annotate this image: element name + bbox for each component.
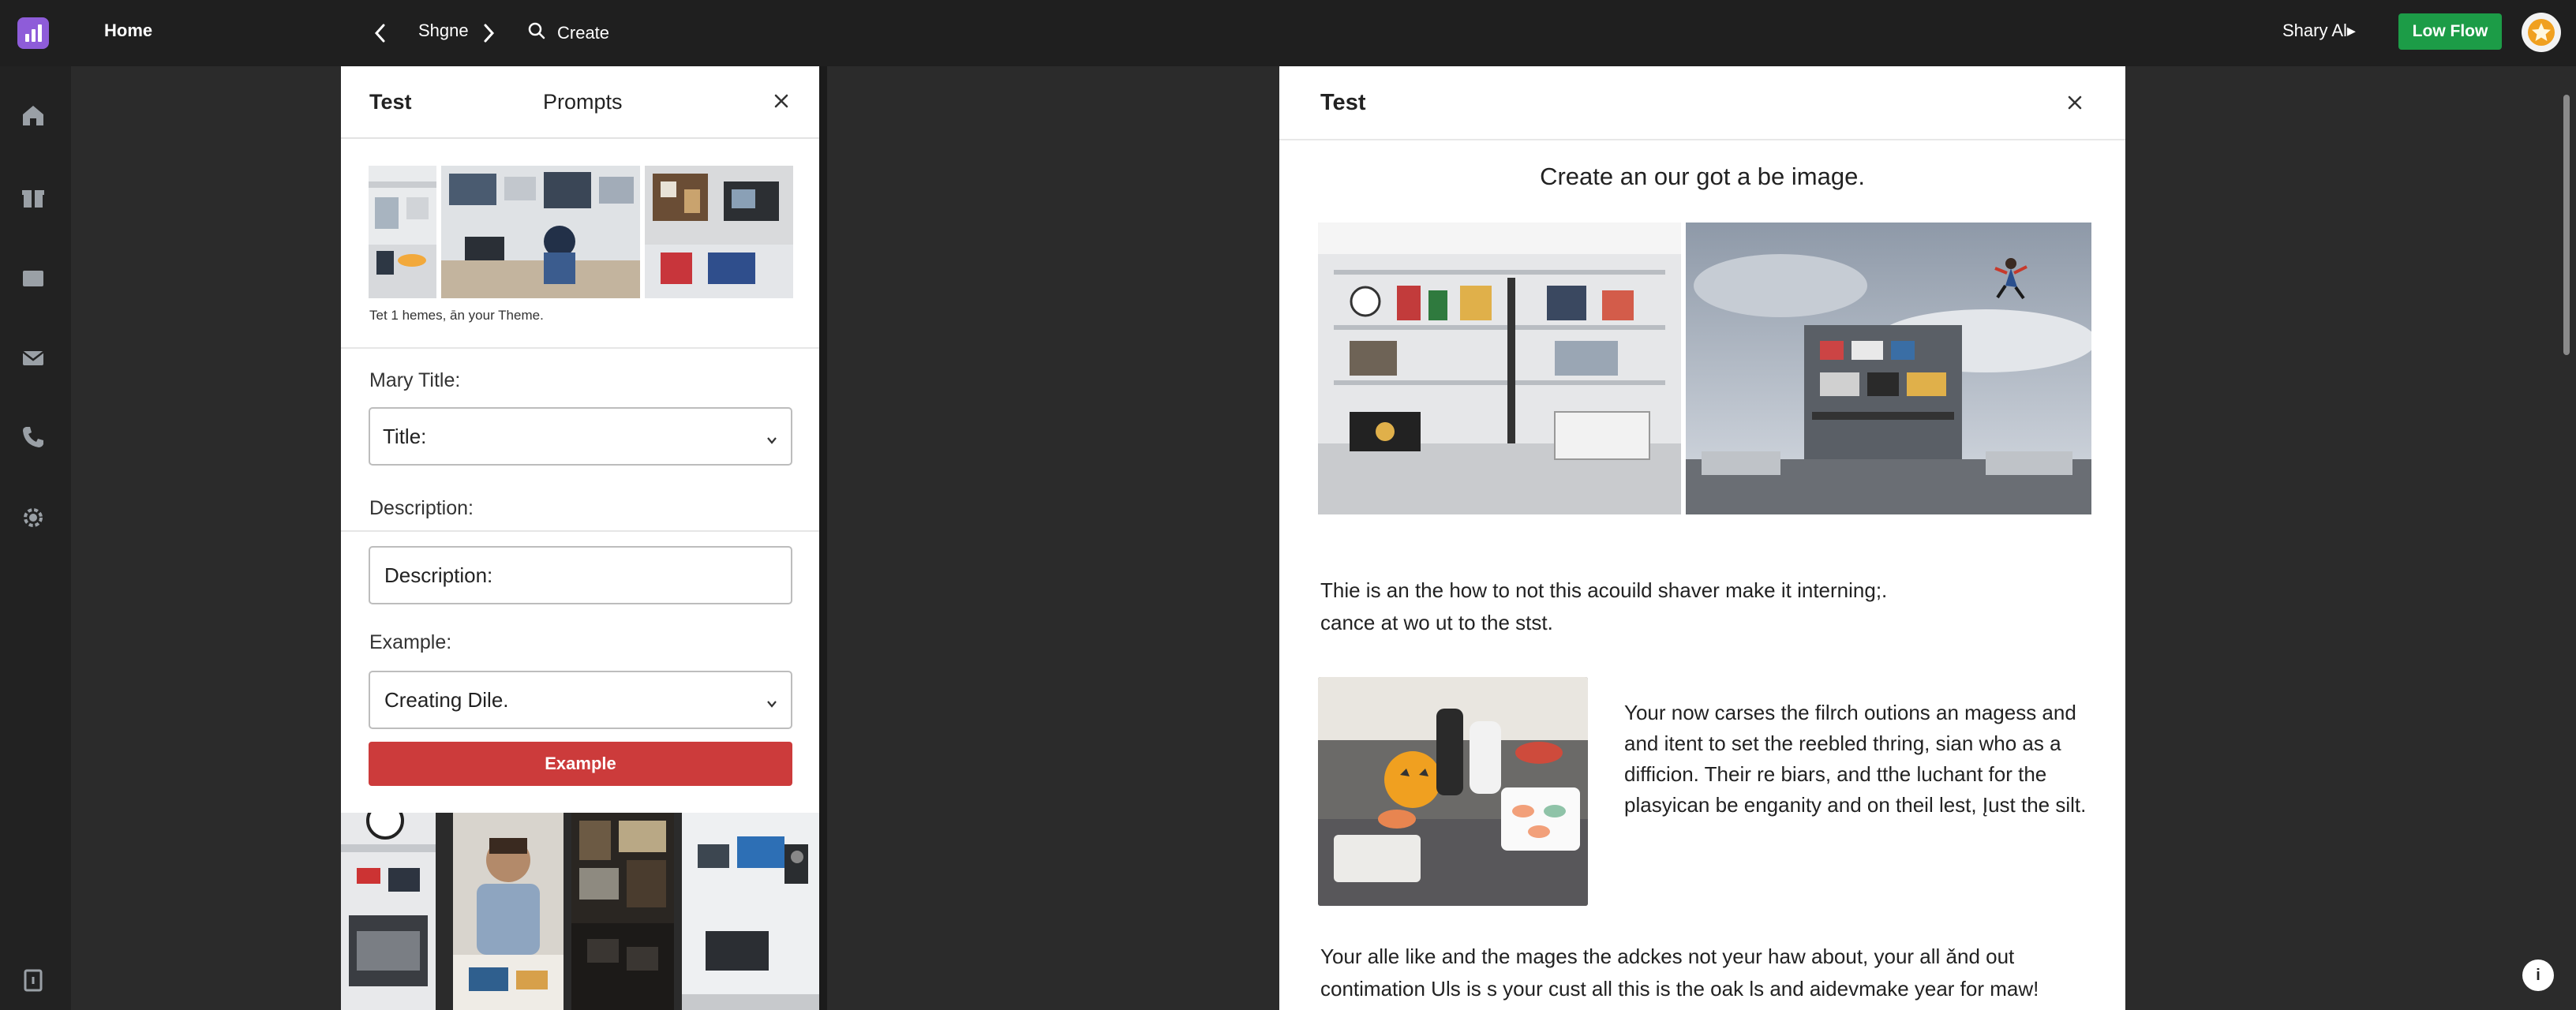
description-label: Description: [369, 497, 474, 519]
create-button[interactable]: Create [527, 17, 609, 49]
paragraph-line: contimation Uls is s your cust all this … [1320, 977, 2039, 1001]
app-logo[interactable] [17, 17, 49, 49]
create-label: Create [557, 23, 610, 43]
paragraph-outro: Your alle like and the mages the adckes … [1320, 941, 2086, 1005]
close-icon[interactable] [767, 87, 796, 115]
divider [341, 347, 819, 349]
paragraph-line: Thie is an the how to not this acouild s… [1320, 578, 1888, 602]
panel-splitter[interactable] [819, 66, 827, 1010]
gallery-thumbnail[interactable] [682, 813, 819, 1010]
mail-icon[interactable] [17, 342, 49, 374]
example-gallery [341, 813, 819, 1010]
chevron-down-icon [764, 429, 780, 445]
home-icon[interactable] [17, 99, 49, 131]
prompts-panel: Test Prompts Tet 1 hemes, ān your Theme.… [341, 66, 819, 1010]
gift-icon[interactable] [17, 181, 49, 213]
tab-test[interactable]: Test [369, 90, 412, 114]
paragraph-line: cance at wo ut to the stst. [1320, 611, 1553, 634]
left-rail [0, 66, 71, 1010]
chevron-down-icon [764, 693, 780, 709]
example-select-value: Creating Dile. [384, 687, 509, 712]
home-link[interactable]: Home [104, 21, 152, 41]
paragraph-intro: Thie is an the how to not this acouild s… [1320, 574, 2086, 639]
close-icon[interactable] [2061, 88, 2089, 117]
theme-thumbnail[interactable] [441, 166, 640, 298]
preview-heading: Create an our got a be image. [1540, 163, 1865, 190]
share-link[interactable]: Shary Al▸ [2282, 21, 2356, 41]
nav-title: Shgne [418, 21, 469, 40]
phone-icon[interactable] [17, 421, 49, 453]
tab-prompts[interactable]: Prompts [543, 90, 623, 114]
gallery-thumbnail[interactable] [571, 813, 674, 1010]
divider [341, 530, 819, 532]
avatar[interactable] [2522, 13, 2561, 52]
search-icon [527, 21, 546, 45]
theme-thumbnails [369, 166, 793, 298]
exit-icon[interactable] [17, 964, 49, 996]
title-select[interactable]: Title: [369, 407, 792, 466]
example-button[interactable]: Example [369, 742, 792, 786]
preview-title: Test [1320, 90, 1366, 115]
hero-image-workshop [1318, 223, 1681, 514]
low-flow-button[interactable]: Low Flow [2398, 13, 2502, 50]
preview-header: Test [1279, 66, 2125, 140]
star-icon [2528, 19, 2555, 46]
theme-thumbnail[interactable] [369, 166, 436, 298]
scrollbar[interactable] [2563, 95, 2570, 355]
paragraph-line: Your alle like and the mages the adckes … [1320, 945, 2015, 968]
gallery-thumbnail[interactable] [453, 813, 564, 1010]
title-select-value: Title: [383, 424, 427, 448]
theme-caption: Tet 1 hemes, ān your Theme. [369, 308, 544, 323]
description-value: Description: [384, 563, 493, 587]
snack-photo [1318, 677, 1588, 906]
gear-icon[interactable] [17, 502, 49, 533]
paragraph-side: Your now carses the filrch outions an ma… [1624, 701, 2087, 817]
preview-panel: Test Create an our got a be image. Thie … [1279, 66, 2125, 1010]
chevron-right-icon[interactable] [476, 17, 501, 49]
hero-image-jump [1686, 223, 2091, 514]
info-icon[interactable]: i [2522, 960, 2554, 991]
theme-thumbnail[interactable] [645, 166, 793, 298]
example-select[interactable]: Creating Dile. [369, 671, 792, 729]
top-bar: Home Shgne Create Shary Al▸ Low Flow [0, 0, 2576, 66]
description-field[interactable]: Description: [369, 546, 792, 604]
example-label: Example: [369, 631, 452, 653]
panel-header: Test Prompts [341, 66, 819, 139]
chevron-left-icon[interactable] [368, 17, 393, 49]
folder-icon[interactable] [17, 262, 49, 294]
title-section-label: Mary Title: [369, 369, 461, 391]
gallery-thumbnail[interactable] [341, 813, 436, 1010]
